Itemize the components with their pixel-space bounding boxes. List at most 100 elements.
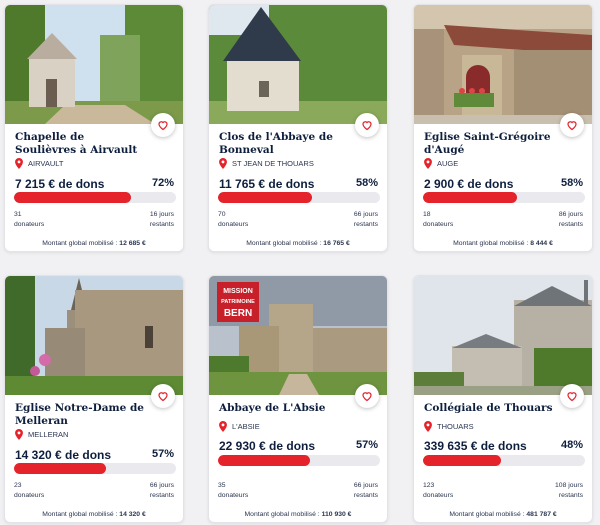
- progress-bar: [423, 455, 585, 466]
- project-location: L'ABSIE: [219, 421, 260, 432]
- favorite-button[interactable]: [355, 113, 379, 137]
- progress-bar: [14, 192, 176, 203]
- location-pin-icon: [15, 429, 23, 440]
- project-card[interactable]: Eglise Notre-Dame de Melleran MELLERAN 1…: [4, 275, 184, 523]
- heart-icon: [158, 121, 168, 131]
- total-mobilized: Montant global mobilisé : 14 320 €: [5, 511, 183, 518]
- donations-amount: 339 635 € de dons: [424, 439, 527, 453]
- progress-fill: [218, 192, 312, 203]
- total-value: 16 765 €: [323, 240, 350, 247]
- favorite-button[interactable]: [151, 384, 175, 408]
- project-title[interactable]: Eglise Notre-Dame de Melleran: [15, 402, 145, 427]
- donors-info: 31 donateurs: [14, 210, 44, 230]
- project-location: AUGE: [424, 158, 458, 169]
- donors-label: donateurs: [423, 492, 454, 499]
- days-count: 86 jours: [558, 211, 583, 218]
- total-value: 110 930 €: [321, 511, 352, 518]
- location-pin-icon: [219, 421, 227, 432]
- favorite-button[interactable]: [560, 113, 584, 137]
- total-value: 481 787 €: [526, 511, 557, 518]
- donors-count: 18: [423, 211, 431, 218]
- days-remaining: 66 jours restants: [150, 481, 174, 501]
- donors-label: donateurs: [14, 221, 45, 228]
- project-photo: MISSION PATRIMOINE BERN: [209, 276, 387, 395]
- favorite-button[interactable]: [355, 384, 379, 408]
- location-label: L'ABSIE: [232, 422, 260, 431]
- days-label: restants: [558, 221, 583, 228]
- days-remaining: 108 jours restants: [555, 481, 583, 501]
- progress-fill: [14, 192, 131, 203]
- project-photo: [5, 276, 183, 395]
- heart-icon: [567, 392, 577, 402]
- total-mobilized: Montant global mobilisé : 8 444 €: [414, 240, 592, 247]
- project-photo: [414, 276, 592, 395]
- donors-count: 35: [218, 482, 226, 489]
- project-card[interactable]: Chapelle de Soulièvres à Airvault AIRVAU…: [4, 4, 184, 252]
- badge-line-3: BERN: [224, 308, 252, 319]
- days-remaining: 66 jours restants: [354, 481, 378, 501]
- progress-percent: 57%: [151, 448, 174, 460]
- location-label: THOUARS: [437, 422, 474, 431]
- total-label: Montant global mobilisé :: [453, 240, 529, 247]
- project-card[interactable]: Clos de l'Abbaye de Bonneval ST JEAN DE …: [208, 4, 388, 252]
- project-title[interactable]: Eglise Saint-Grégoire d'Augé: [424, 131, 554, 156]
- project-title[interactable]: Clos de l'Abbaye de Bonneval: [219, 131, 349, 156]
- progress-fill: [218, 455, 311, 466]
- project-photo: [414, 5, 592, 124]
- project-card[interactable]: MISSION PATRIMOINE BERN Abbaye de L'Absi…: [208, 275, 388, 523]
- mission-patrimoine-badge: MISSION PATRIMOINE BERN: [217, 282, 259, 322]
- location-label: MELLERAN: [28, 430, 69, 439]
- project-location: THOUARS: [424, 421, 474, 432]
- total-mobilized: Montant global mobilisé : 12 685 €: [5, 240, 183, 247]
- heart-icon: [362, 121, 372, 131]
- project-card[interactable]: Collégiale de Thouars THOUARS 339 635 € …: [413, 275, 593, 523]
- total-label: Montant global mobilisé :: [42, 240, 118, 247]
- days-count: 16 jours: [149, 211, 174, 218]
- project-location: MELLERAN: [15, 429, 68, 440]
- donors-count: 70: [218, 211, 226, 218]
- favorite-button[interactable]: [560, 384, 584, 408]
- days-count: 66 jours: [149, 482, 174, 489]
- project-title[interactable]: Chapelle de Soulièvres à Airvault: [15, 131, 145, 156]
- donations-amount: 22 930 € de dons: [219, 439, 316, 453]
- days-label: restants: [149, 221, 174, 228]
- total-value: 12 685 €: [119, 240, 146, 247]
- heart-icon: [567, 121, 577, 131]
- donors-count: 23: [14, 482, 22, 489]
- total-mobilized: Montant global mobilisé : 110 930 €: [209, 511, 387, 518]
- donors-info: 35 donateurs: [218, 481, 248, 501]
- days-label: restants: [558, 492, 583, 499]
- project-photo: [5, 5, 183, 124]
- total-mobilized: Montant global mobilisé : 16 765 €: [209, 240, 387, 247]
- progress-fill: [423, 455, 501, 466]
- total-value: 8 444 €: [530, 240, 553, 247]
- progress-percent: 58%: [560, 177, 583, 189]
- project-location: AIRVAULT: [15, 158, 63, 169]
- days-label: restants: [149, 492, 174, 499]
- location-label: ST JEAN DE THOUARS: [232, 159, 314, 168]
- progress-bar: [218, 192, 380, 203]
- donors-info: 123 donateurs: [423, 481, 453, 501]
- location-pin-icon: [424, 421, 432, 432]
- days-count: 108 jours: [555, 482, 583, 489]
- donations-amount: 11 765 € de dons: [219, 177, 315, 191]
- donors-label: donateurs: [14, 492, 45, 499]
- location-pin-icon: [424, 158, 432, 169]
- days-remaining: 86 jours restants: [559, 210, 583, 230]
- donors-label: donateurs: [218, 492, 249, 499]
- project-title[interactable]: Collégiale de Thouars: [424, 402, 554, 415]
- location-label: AUGE: [437, 159, 459, 168]
- progress-fill: [423, 192, 517, 203]
- days-count: 66 jours: [353, 482, 378, 489]
- project-title[interactable]: Abbaye de L'Absie: [219, 402, 349, 415]
- total-label: Montant global mobilisé :: [244, 511, 320, 518]
- favorite-button[interactable]: [151, 113, 175, 137]
- project-card[interactable]: Eglise Saint-Grégoire d'Augé AUGE 2 900 …: [413, 4, 593, 252]
- donors-label: donateurs: [218, 221, 249, 228]
- project-photo: [209, 5, 387, 124]
- total-label: Montant global mobilisé :: [449, 511, 525, 518]
- progress-percent: 58%: [355, 177, 378, 189]
- donors-info: 18 donateurs: [423, 210, 453, 230]
- projects-grid: Chapelle de Soulièvres à Airvault AIRVAU…: [0, 0, 600, 525]
- days-remaining: 16 jours restants: [150, 210, 174, 230]
